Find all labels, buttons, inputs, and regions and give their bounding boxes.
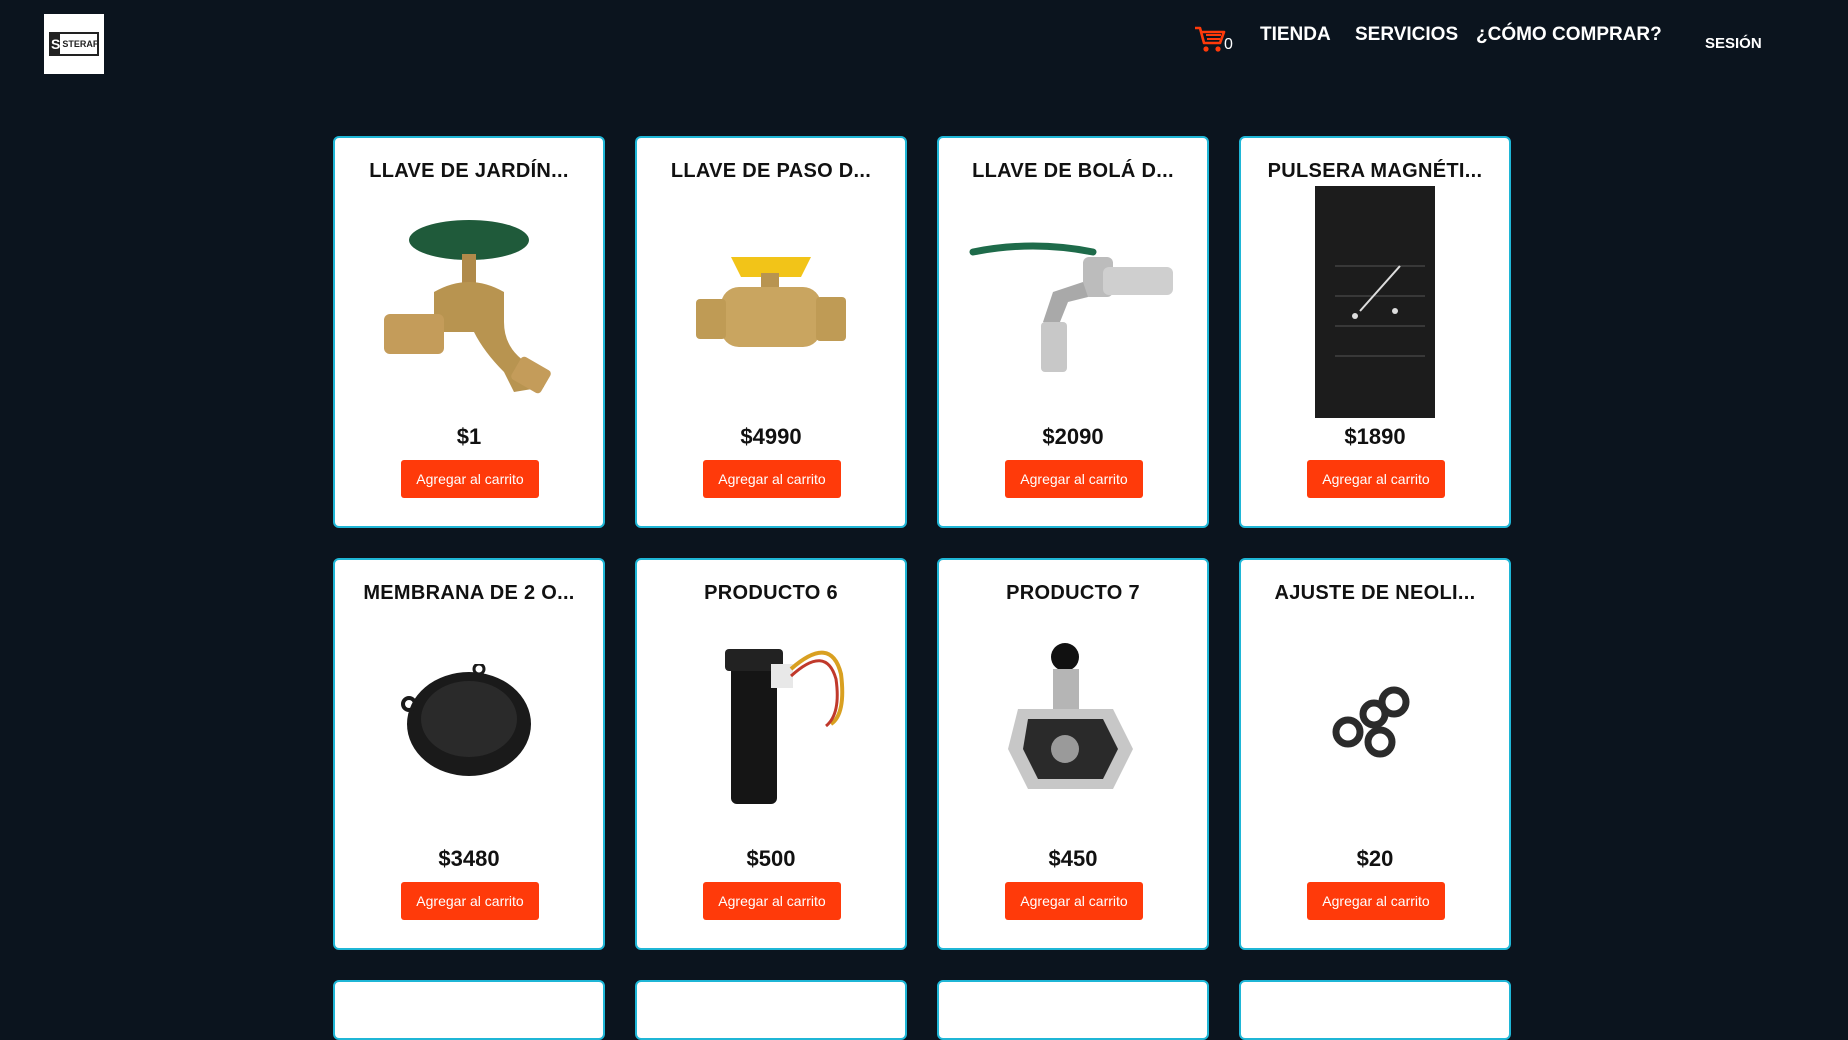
nav-tienda[interactable]: TIENDA [1260, 24, 1331, 46]
rubber-membrane-image [355, 608, 583, 840]
product-card[interactable] [937, 980, 1209, 1040]
garden-faucet-image [355, 186, 583, 418]
product-card[interactable] [635, 980, 907, 1040]
product-title: AJUSTE DE NEOLI... [1274, 582, 1476, 604]
magnetic-wristband-image [1261, 186, 1489, 418]
flow-sensor-image [657, 608, 885, 840]
product-card[interactable] [333, 980, 605, 1040]
top-nav: 0 TIENDA SERVICIOS ¿CÓMO COMPRAR? SESIÓN [0, 22, 1848, 62]
product-card[interactable]: LLAVE DE BOLÁ D... $2090 Agregar al carr… [937, 136, 1209, 528]
neoprene-washers-image [1261, 608, 1489, 840]
cart-count: 0 [1224, 36, 1233, 53]
cart-icon [1195, 26, 1226, 52]
product-card[interactable]: AJUSTE DE NEOLI... $20 Agregar al carrit… [1239, 558, 1511, 950]
add-to-cart-button[interactable]: Agregar al carrito [1005, 882, 1143, 920]
product-card[interactable] [1239, 980, 1511, 1040]
product-price: $500 [746, 846, 796, 871]
product-title: MEMBRANA DE 2 O... [363, 582, 575, 604]
product-card[interactable]: LLAVE DE PASO D... $4990 Agregar al carr… [635, 136, 907, 528]
product-title: PULSERA MAGNÉTI... [1267, 160, 1483, 182]
add-to-cart-button[interactable]: Agregar al carrito [703, 882, 841, 920]
product-card[interactable]: PRODUCTO 7 $450 Agregar al carrito [937, 558, 1209, 950]
product-price: $450 [1048, 846, 1098, 871]
product-title: PRODUCTO 6 [704, 582, 838, 604]
product-price: $1 [456, 424, 482, 449]
add-to-cart-button[interactable]: Agregar al carrito [1307, 882, 1445, 920]
product-card[interactable]: LLAVE DE JARDÍN... $1 Agregar al carrito [333, 136, 605, 528]
add-to-cart-button[interactable]: Agregar al carrito [1005, 460, 1143, 498]
product-price: $2090 [1042, 424, 1104, 449]
product-price: $20 [1356, 846, 1394, 871]
product-title: LLAVE DE JARDÍN... [369, 160, 569, 182]
nav-servicios[interactable]: SERVICIOS [1355, 24, 1458, 46]
product-price: $4990 [740, 424, 802, 449]
nav-como-comprar[interactable]: ¿CÓMO COMPRAR? [1476, 24, 1662, 46]
lever-tap-image [959, 186, 1187, 418]
product-price: $1890 [1344, 424, 1406, 449]
add-to-cart-button[interactable]: Agregar al carrito [401, 882, 539, 920]
product-title: PRODUCTO 7 [1006, 582, 1140, 604]
product-title: LLAVE DE PASO D... [670, 160, 872, 182]
product-title: LLAVE DE BOLÁ D... [972, 160, 1174, 182]
product-price: $3480 [438, 846, 500, 871]
product-card[interactable]: PRODUCTO 6 $500 Agregar al carrito [635, 558, 907, 950]
product-card[interactable]: PULSERA MAGNÉTI... $1890 Agregar al carr… [1239, 136, 1511, 528]
product-card[interactable]: MEMBRANA DE 2 O... $3480 Agregar al carr… [333, 558, 605, 950]
add-to-cart-button[interactable]: Agregar al carrito [1307, 460, 1445, 498]
add-to-cart-button[interactable]: Agregar al carrito [401, 460, 539, 498]
add-to-cart-button[interactable]: Agregar al carrito [703, 460, 841, 498]
product-grid: LLAVE DE JARDÍN... $1 Agregar al carrito… [333, 136, 1511, 1040]
ball-valve-yellow-image [657, 186, 885, 418]
gas-valve-image [959, 608, 1187, 840]
nav-sesion[interactable]: SESIÓN [1705, 35, 1762, 52]
